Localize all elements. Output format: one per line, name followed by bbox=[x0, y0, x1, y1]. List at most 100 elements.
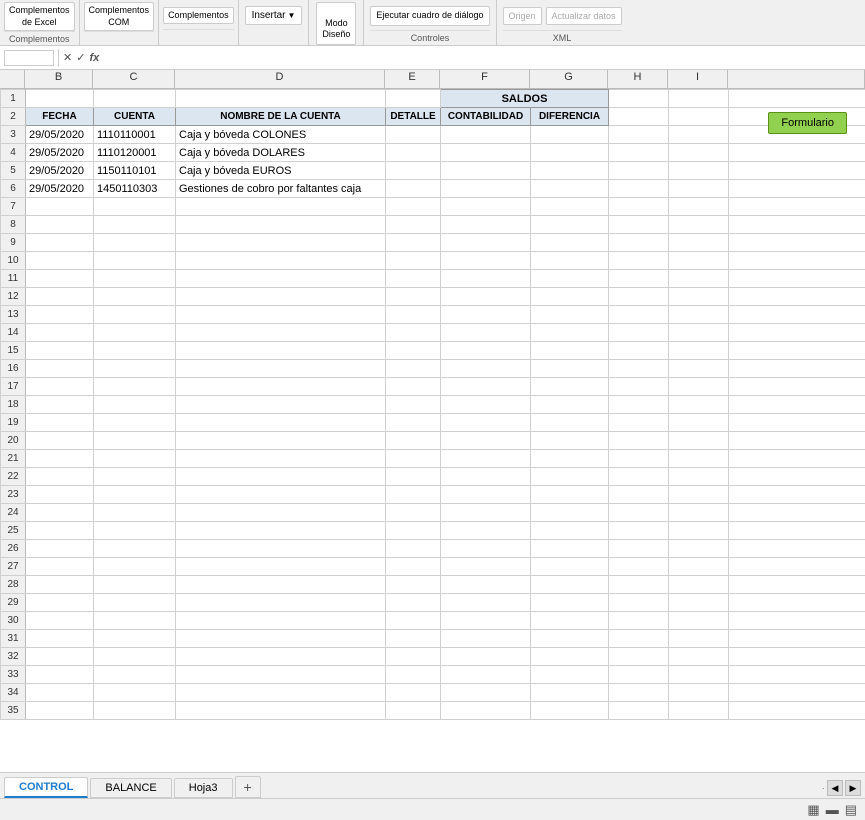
cell-5d[interactable]: Caja y bóveda EUROS bbox=[176, 162, 386, 180]
tab-hoja3[interactable]: Hoja3 bbox=[174, 778, 233, 798]
cell-5f[interactable] bbox=[441, 162, 531, 180]
cell-3e[interactable] bbox=[386, 126, 441, 144]
cell-1c[interactable] bbox=[94, 90, 176, 108]
cell-5b[interactable]: 29/05/2020 bbox=[26, 162, 94, 180]
confirm-icon[interactable]: ✓ bbox=[76, 51, 85, 64]
actualizar-datos-button[interactable]: Actualizar datos bbox=[546, 7, 622, 25]
cell-2c-cuenta[interactable]: CUENTA bbox=[94, 108, 176, 126]
cell-3g[interactable] bbox=[531, 126, 609, 144]
tab-balance[interactable]: BALANCE bbox=[90, 778, 171, 798]
actualizar-datos-label: Actualizar datos bbox=[552, 11, 616, 21]
cell-1e[interactable] bbox=[386, 90, 441, 108]
cell-4b[interactable]: 29/05/2020 bbox=[26, 144, 94, 162]
empty-row: 12 bbox=[1, 288, 865, 306]
cell-6i[interactable] bbox=[669, 180, 729, 198]
add-sheet-button[interactable]: + bbox=[235, 776, 261, 798]
view-layout-icon[interactable]: ▬ bbox=[826, 802, 839, 817]
cell-6f[interactable] bbox=[441, 180, 531, 198]
cell-reference-input[interactable] bbox=[4, 50, 54, 66]
cell-5g[interactable] bbox=[531, 162, 609, 180]
cell-5i[interactable] bbox=[669, 162, 729, 180]
cell-4g[interactable] bbox=[531, 144, 609, 162]
col-header-g[interactable]: G bbox=[530, 70, 608, 88]
complementos-excel-button[interactable]: Complementos de Excel bbox=[4, 2, 75, 31]
row-num-4: 4 bbox=[1, 144, 26, 162]
col-header-c[interactable]: C bbox=[93, 70, 175, 88]
ribbon: Complementos de Excel Complementos Compl… bbox=[0, 0, 865, 46]
cell-4e[interactable] bbox=[386, 144, 441, 162]
cell-6g[interactable] bbox=[531, 180, 609, 198]
cell-4i[interactable] bbox=[669, 144, 729, 162]
formula-input[interactable] bbox=[103, 51, 861, 65]
function-icon[interactable]: fx bbox=[89, 52, 99, 64]
view-break-icon[interactable]: ▤ bbox=[845, 802, 857, 818]
ribbon-group-complementos-com: Complementos COM bbox=[80, 0, 160, 45]
ejecutar-cuadro-button[interactable]: Ejecutar cuadro de diálogo bbox=[370, 6, 489, 26]
cell-1i[interactable] bbox=[669, 90, 729, 108]
row-num-corner bbox=[0, 70, 25, 88]
cell-4h[interactable] bbox=[609, 144, 669, 162]
col-header-d[interactable]: D bbox=[175, 70, 385, 88]
cell-6b[interactable]: 29/05/2020 bbox=[26, 180, 94, 198]
empty-row: 34 bbox=[1, 684, 865, 702]
col-header-b[interactable]: B bbox=[25, 70, 93, 88]
tab-control[interactable]: CONTROL bbox=[4, 777, 88, 798]
cell-3i[interactable] bbox=[669, 126, 729, 144]
data-row-4: 4 29/05/2020 1110120001 Caja y bóveda DO… bbox=[1, 144, 865, 162]
origen-button[interactable]: Origen bbox=[503, 7, 542, 25]
cell-3f[interactable] bbox=[441, 126, 531, 144]
cell-3d[interactable]: Caja y bóveda COLONES bbox=[176, 126, 386, 144]
empty-row: 31 bbox=[1, 630, 865, 648]
cell-6e[interactable] bbox=[386, 180, 441, 198]
empty-row: 24 bbox=[1, 504, 865, 522]
grid-area[interactable]: 1 SALDOS 2 FECHA bbox=[0, 89, 865, 772]
row-num-3: 3 bbox=[1, 126, 26, 144]
empty-row: 27 bbox=[1, 558, 865, 576]
spreadsheet-table: 1 SALDOS 2 FECHA bbox=[0, 89, 865, 720]
cell-2b-fecha[interactable]: FECHA bbox=[26, 108, 94, 126]
sheet-scroll-right[interactable]: ▶ bbox=[845, 780, 861, 796]
cell-6d[interactable]: Gestiones de cobro por faltantes caja bbox=[176, 180, 386, 198]
empty-row: 22 bbox=[1, 468, 865, 486]
ribbon-mode-group: Modo Diseño bbox=[309, 0, 364, 45]
cell-1d[interactable] bbox=[176, 90, 386, 108]
cell-6h[interactable] bbox=[609, 180, 669, 198]
cell-4c[interactable]: 1110120001 bbox=[94, 144, 176, 162]
cell-2h[interactable] bbox=[609, 108, 669, 126]
formulario-button[interactable]: Formulario bbox=[768, 112, 847, 134]
cell-2g-diferencia[interactable]: DIFERENCIA bbox=[531, 108, 609, 126]
cell-6c[interactable]: 1450110303 bbox=[94, 180, 176, 198]
controles-group-label: Controles bbox=[370, 30, 489, 43]
cell-4d[interactable]: Caja y bóveda DOLARES bbox=[176, 144, 386, 162]
cell-1b[interactable] bbox=[26, 90, 94, 108]
row-num-2: 2 bbox=[1, 108, 26, 126]
cell-2d-nombre[interactable]: NOMBRE DE LA CUENTA bbox=[176, 108, 386, 126]
cell-6-rest bbox=[729, 180, 865, 198]
cell-5h[interactable] bbox=[609, 162, 669, 180]
cell-3c[interactable]: 1110110001 bbox=[94, 126, 176, 144]
insert-button[interactable]: Insertar ▼ bbox=[245, 6, 303, 25]
cell-4f[interactable] bbox=[441, 144, 531, 162]
col-header-f[interactable]: F bbox=[440, 70, 530, 88]
cell-5e[interactable] bbox=[386, 162, 441, 180]
cancel-icon[interactable]: ✕ bbox=[63, 51, 72, 64]
empty-row: 30 bbox=[1, 612, 865, 630]
cell-3b[interactable]: 29/05/2020 bbox=[26, 126, 94, 144]
complementos-com-button[interactable]: Complementos COM bbox=[84, 2, 155, 31]
cell-2e-detalle[interactable]: DETALLE bbox=[386, 108, 441, 126]
cell-1f-saldos[interactable]: SALDOS bbox=[441, 90, 609, 108]
col-header-i[interactable]: I bbox=[668, 70, 728, 88]
cell-2i[interactable] bbox=[669, 108, 729, 126]
sheet-tabs-bar: CONTROL BALANCE Hoja3 + · ◀ ▶ bbox=[0, 772, 865, 798]
empty-row: 19 bbox=[1, 414, 865, 432]
cell-1h[interactable] bbox=[609, 90, 669, 108]
col-header-h[interactable]: H bbox=[608, 70, 668, 88]
sheet-scroll-left[interactable]: ◀ bbox=[827, 780, 843, 796]
cell-2f-contabilidad[interactable]: CONTABILIDAD bbox=[441, 108, 531, 126]
cell-3h[interactable] bbox=[609, 126, 669, 144]
view-normal-icon[interactable]: ▦ bbox=[807, 802, 819, 818]
cell-5c[interactable]: 1150110101 bbox=[94, 162, 176, 180]
complementos-3-button[interactable]: Complementos bbox=[163, 7, 234, 25]
col-header-e[interactable]: E bbox=[385, 70, 440, 88]
mode-button[interactable]: Modo Diseño bbox=[316, 2, 356, 45]
